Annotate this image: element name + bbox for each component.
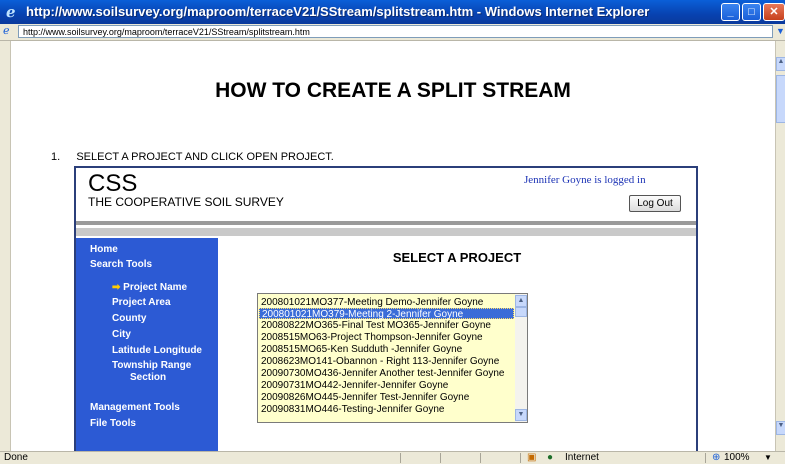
globe-icon: ● <box>547 452 554 463</box>
page-content: HOW TO CREATE A SPLIT STREAM 1. SELECT A… <box>11 41 775 451</box>
list-item[interactable]: 2008515MO63-Project Thompson-Jennifer Go… <box>261 332 483 343</box>
panel-title: SELECT A PROJECT <box>392 250 522 265</box>
page-heading: HOW TO CREATE A SPLIT STREAM <box>215 79 571 102</box>
sidebar-item-project-name-label: Project Name <box>123 282 188 293</box>
list-item[interactable]: 2008623MO141-Obannon - Right 113-Jennife… <box>261 356 499 367</box>
status-divider <box>440 453 441 463</box>
sidebar-item-file-tools[interactable]: File Tools <box>90 418 136 429</box>
sidebar-item-county[interactable]: County <box>112 313 146 324</box>
sidebar-item-township-range[interactable]: Township Range <box>112 360 191 371</box>
header-divider <box>76 221 696 225</box>
sidebar-item-search-tools[interactable]: Search Tools <box>90 259 152 270</box>
list-item[interactable]: 200801021MO377-Meeting Demo-Jennifer Goy… <box>261 297 483 308</box>
sidebar-item-latitude-longitude[interactable]: Latitude Longitude <box>112 345 202 356</box>
listbox-scroll-down-icon[interactable]: ▼ <box>515 409 527 421</box>
app-logo: CSS <box>88 170 138 197</box>
scroll-thumb[interactable] <box>776 75 785 123</box>
listbox-scroll-thumb[interactable] <box>515 307 527 317</box>
step-text: SELECT A PROJECT AND CLICK OPEN PROJECT. <box>76 151 334 163</box>
status-divider <box>520 453 521 463</box>
zoom-dropdown-icon[interactable]: ▼ <box>764 452 772 464</box>
arrow-right-icon: ➡ <box>112 282 121 293</box>
logged-in-status: Jennifer Goyne is logged in <box>524 174 646 186</box>
maximize-icon: □ <box>748 6 755 18</box>
list-item[interactable]: 2008515MO65-Ken Sudduth -Jennifer Goyne <box>261 344 462 355</box>
status-text: Done <box>4 452 28 463</box>
scroll-down-icon[interactable]: ▼ <box>776 421 785 435</box>
status-divider <box>400 453 401 463</box>
zoom-icon[interactable]: ⊕ <box>712 452 720 464</box>
list-item[interactable]: 20090831MO446-Testing-Jennifer Goyne <box>261 404 444 415</box>
list-item[interactable]: 20090730MO436-Jennifer Another test-Jenn… <box>261 368 505 379</box>
listbox-scroll-up-icon[interactable]: ▲ <box>515 295 527 307</box>
listbox-scrollbar[interactable]: ▲ ▼ <box>515 294 527 422</box>
address-dropdown-icon[interactable]: ▼ <box>776 26 785 36</box>
sidebar-item-section[interactable]: Section <box>130 372 166 383</box>
app-screenshot: CSS THE COOPERATIVE SOIL SURVEY Jennifer… <box>74 166 698 451</box>
header-band <box>76 228 696 236</box>
protected-mode-icon: ▣ <box>527 452 537 463</box>
list-item[interactable]: 20090731MO442-Jennifer-Jennifer Goyne <box>261 380 448 391</box>
sidebar-item-project-name[interactable]: ➡ Project Name <box>112 282 187 293</box>
sidebar-item-home[interactable]: Home <box>90 244 118 255</box>
window-title: http://www.soilsurvey.org/maproom/terrac… <box>26 4 650 19</box>
app-sidebar: Home Search Tools ➡ Project Name Project… <box>76 238 218 451</box>
status-divider <box>705 453 706 463</box>
page-icon: ℯ <box>3 24 10 37</box>
step-number: 1. <box>51 151 61 163</box>
ie-icon: ℯ <box>6 3 16 21</box>
close-icon: ✕ <box>769 6 779 18</box>
sidebar-item-management-tools[interactable]: Management Tools <box>90 402 180 413</box>
zoom-level[interactable]: 100% <box>724 452 750 464</box>
status-bar: Done ▣ ● Internet ⊕ 100% ▼ <box>0 451 785 464</box>
minimize-button[interactable]: _ <box>721 3 740 21</box>
list-item[interactable]: 20080822MO365-Final Test MO365-Jennifer … <box>261 320 491 331</box>
minimize-icon: _ <box>727 6 734 18</box>
address-url: http://www.soilsurvey.org/maproom/terrac… <box>23 27 310 37</box>
address-bar: ℯ http://www.soilsurvey.org/maproom/terr… <box>0 24 785 41</box>
scroll-up-icon[interactable]: ▲ <box>776 57 785 71</box>
security-zone: Internet <box>565 452 599 463</box>
list-item[interactable]: 20090826MO445-Jennifer Test-Jennifer Goy… <box>261 392 469 403</box>
status-divider <box>480 453 481 463</box>
list-item-selected[interactable]: 200801021MO379-Meeting 2-Jennifer Goyne <box>259 308 514 320</box>
close-button[interactable]: ✕ <box>763 3 785 21</box>
step-instruction: 1. SELECT A PROJECT AND CLICK OPEN PROJE… <box>51 151 334 163</box>
logout-button[interactable]: Log Out <box>629 195 681 212</box>
maximize-button[interactable]: □ <box>742 3 761 21</box>
page-scrollbar[interactable]: ▲ ▼ <box>775 41 785 451</box>
sidebar-item-city[interactable]: City <box>112 329 131 340</box>
address-field[interactable]: http://www.soilsurvey.org/maproom/terrac… <box>18 25 773 38</box>
window-titlebar: ℯ http://www.soilsurvey.org/maproom/terr… <box>0 0 785 24</box>
left-panel-edge <box>0 41 11 451</box>
sidebar-item-project-area[interactable]: Project Area <box>112 297 171 308</box>
app-logo-subtitle: THE COOPERATIVE SOIL SURVEY <box>88 195 284 209</box>
project-listbox[interactable]: 200801021MO377-Meeting Demo-Jennifer Goy… <box>257 293 528 423</box>
